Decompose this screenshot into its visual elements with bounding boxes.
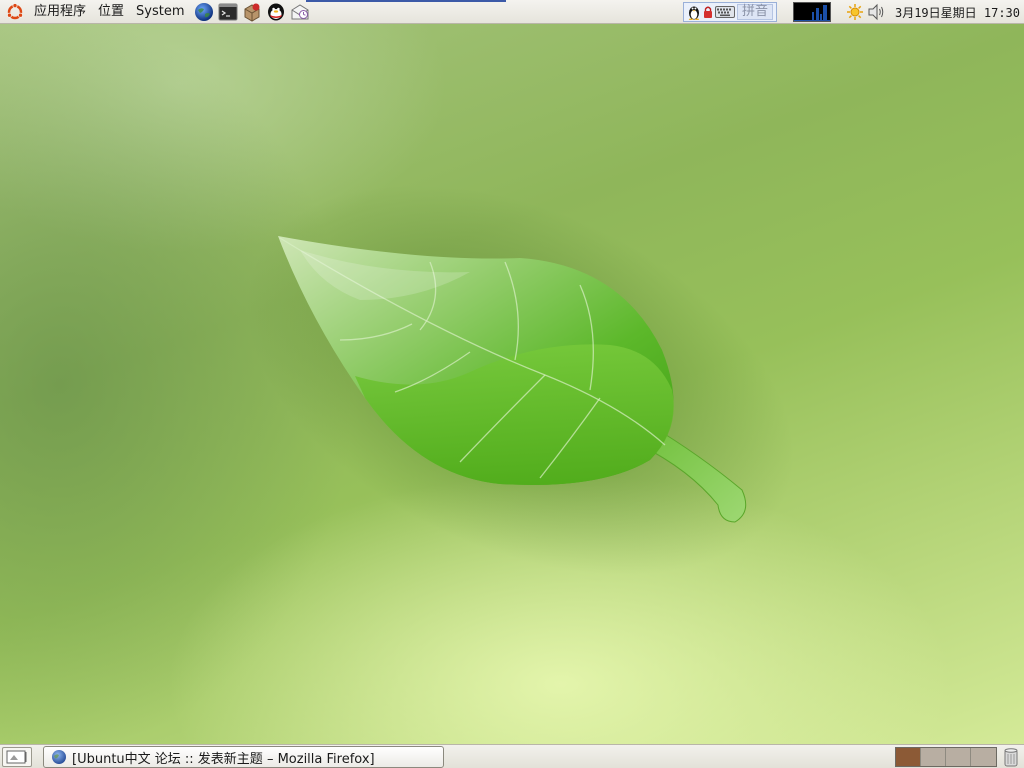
show-desktop-button[interactable] bbox=[2, 747, 32, 767]
desktop-background[interactable] bbox=[0, 24, 1024, 744]
menu-system[interactable]: System bbox=[130, 0, 190, 24]
tux-icon[interactable] bbox=[687, 4, 701, 20]
input-method-bar[interactable]: 拼音 bbox=[682, 2, 777, 22]
weather-icon[interactable] bbox=[845, 1, 865, 23]
taskbar-window-firefox[interactable]: [Ubuntu中文 论坛 :: 发表新主题 – Mozilla Firefox] bbox=[43, 746, 444, 768]
menu-places[interactable]: 位置 bbox=[92, 0, 130, 24]
firefox-globe-icon bbox=[52, 750, 66, 764]
show-desktop-icon bbox=[6, 750, 27, 764]
mail-icon[interactable] bbox=[289, 1, 311, 23]
keyboard-icon[interactable] bbox=[714, 4, 735, 20]
qq-messenger-icon[interactable] bbox=[265, 1, 287, 23]
workspace-4[interactable] bbox=[971, 748, 996, 766]
system-monitor-graph[interactable] bbox=[792, 2, 831, 22]
menu-applications[interactable]: 应用程序 bbox=[28, 0, 92, 24]
workspace-1[interactable] bbox=[896, 748, 921, 766]
trash-icon[interactable] bbox=[1000, 746, 1022, 768]
package-manager-icon[interactable] bbox=[241, 1, 263, 23]
panel-right-area: 拼音 3月19日星期日 17:30 bbox=[682, 0, 1024, 24]
active-window-indicator bbox=[306, 0, 506, 2]
workspace-3[interactable] bbox=[946, 748, 971, 766]
lock-icon[interactable] bbox=[703, 4, 713, 20]
volume-icon[interactable] bbox=[867, 1, 887, 23]
panel-left-area: 应用程序 位置 System bbox=[0, 0, 311, 24]
clock-date-time[interactable]: 3月19日星期日 17:30 bbox=[889, 4, 1024, 21]
top-panel: 应用程序 位置 System 拼音 3月19日星期日 17:30 bbox=[0, 0, 1024, 24]
workspace-switcher[interactable] bbox=[895, 747, 997, 767]
workspace-2[interactable] bbox=[921, 748, 946, 766]
leaf-wallpaper-image bbox=[246, 184, 794, 576]
ubuntu-logo-icon[interactable] bbox=[6, 2, 24, 21]
taskbar-window-title: [Ubuntu中文 论坛 :: 发表新主题 – Mozilla Firefox] bbox=[72, 751, 375, 767]
bottom-panel: [Ubuntu中文 论坛 :: 发表新主题 – Mozilla Firefox] bbox=[0, 744, 1024, 768]
web-browser-icon[interactable] bbox=[193, 1, 215, 23]
terminal-icon[interactable] bbox=[217, 1, 239, 23]
ime-mode-label[interactable]: 拼音 bbox=[736, 4, 773, 20]
